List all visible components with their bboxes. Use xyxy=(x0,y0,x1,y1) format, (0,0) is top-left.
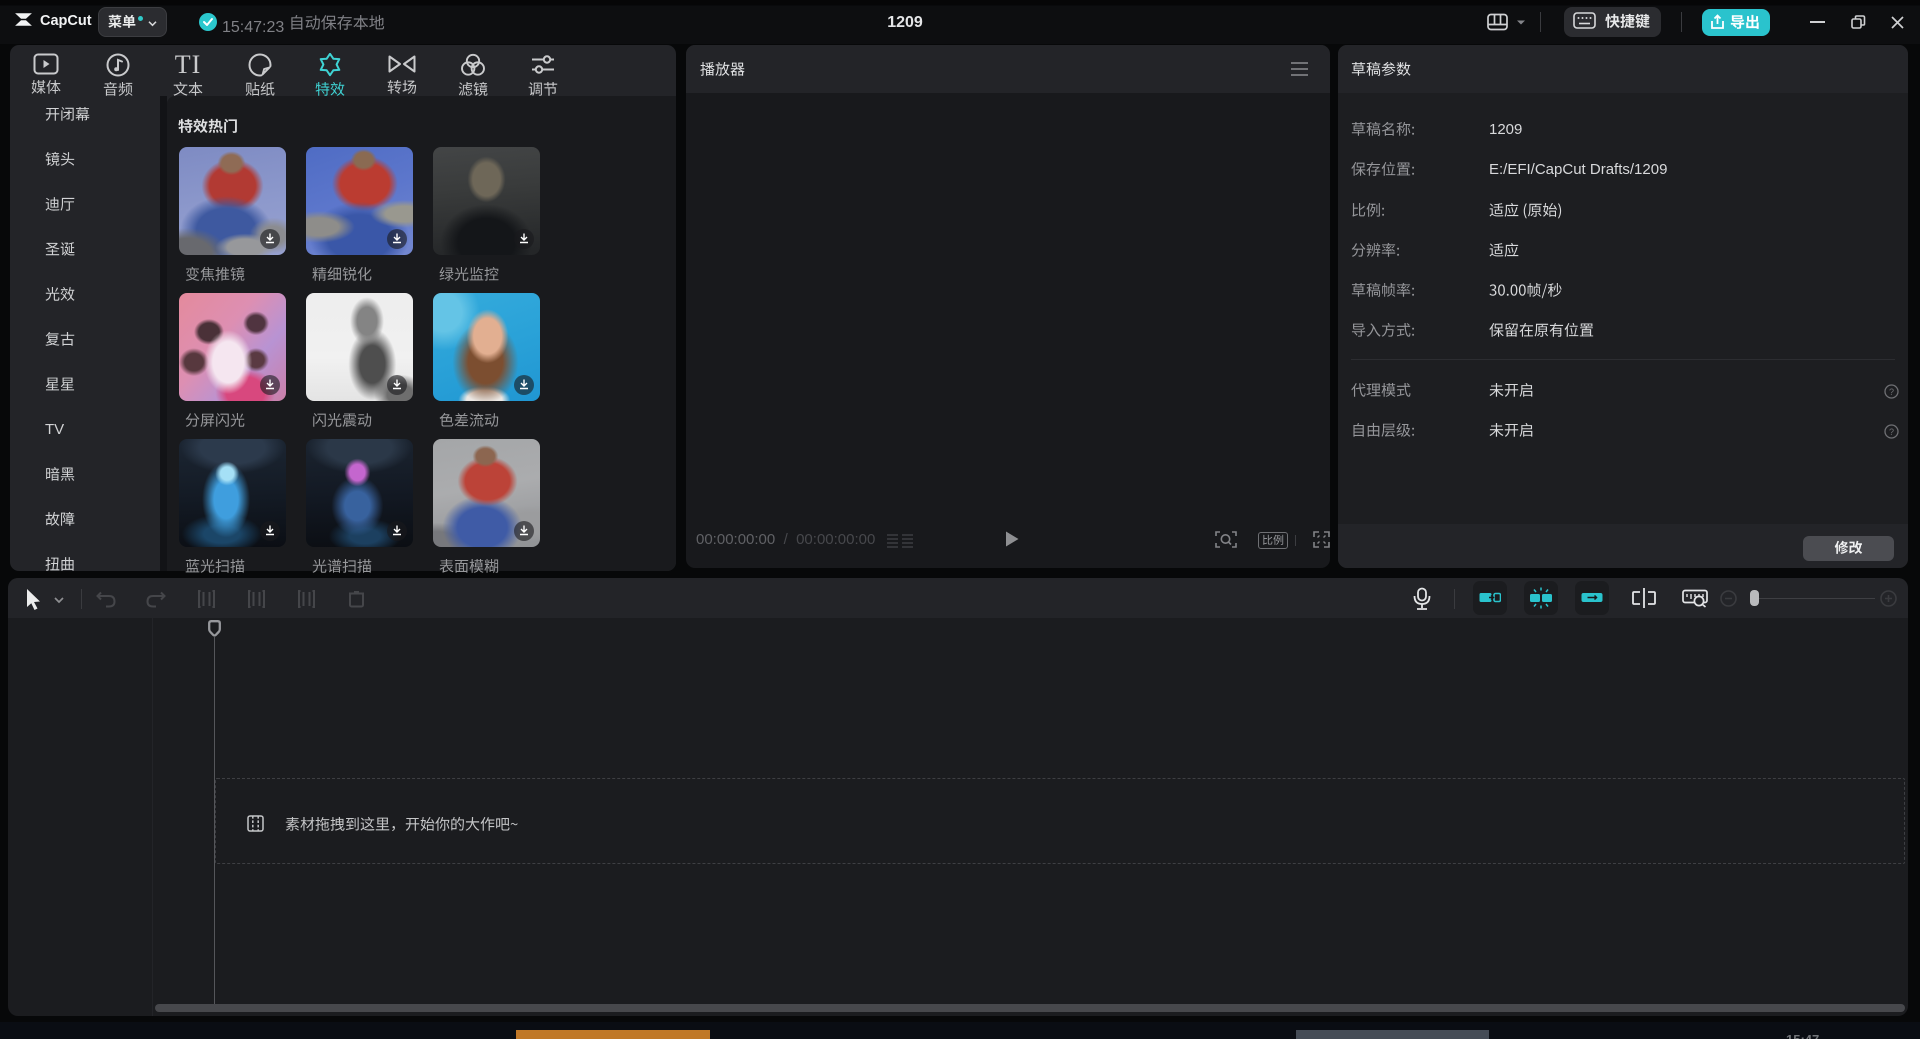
svg-text:?: ? xyxy=(1889,387,1894,397)
svg-text:?: ? xyxy=(1889,427,1894,437)
